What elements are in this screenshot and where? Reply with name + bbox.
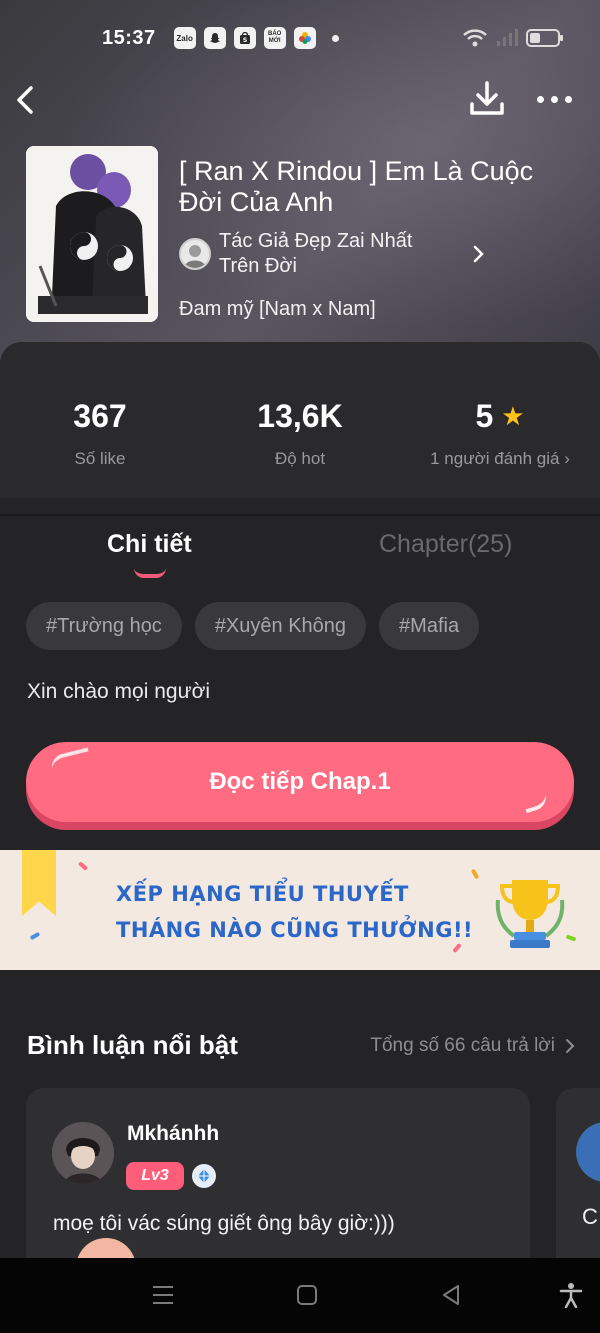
comments-total: Tổng số 66 câu trả lời [370,1034,555,1056]
cover-illustration [26,146,158,322]
stat-likes: 367 Số like [60,398,140,469]
all-comments-link[interactable]: Tổng số 66 câu trả lời [370,1035,575,1057]
wifi-icon [463,29,487,47]
continue-reading-label: Đọc tiếp Chap.1 [209,768,391,795]
tab-bar: Chi tiết Chapter(25) [0,514,600,580]
tag-chip[interactable]: #Trường học [26,602,182,650]
back-triangle-icon [443,1285,459,1305]
svg-text:S: S [242,37,246,44]
likes-count: 367 [73,398,127,434]
trophy-icon [495,880,565,948]
top-action-bar [0,76,600,122]
rating-value: 5 [475,398,494,434]
more-notifications-dot [331,34,339,42]
banner-line-2: THÁNG NÀO CŨNG THƯỞNG!! [116,918,474,942]
download-icon [470,81,504,115]
back-button[interactable] [10,80,40,120]
comment-card[interactable]: Mkhánhh Lv3 moẹ tôi vác súng giết ông bâ… [26,1088,530,1278]
dot-icon [564,95,572,103]
zalo-icon: Zalo [173,27,196,49]
comment-text: moẹ tôi vác súng giết ông bây giờ:))) [53,1212,395,1235]
dot-icon [536,95,544,103]
download-button[interactable] [466,78,508,120]
battery-icon [526,29,563,47]
chevron-right-icon [473,245,484,263]
menu-button[interactable] [148,1280,178,1310]
star-icon: ★ [501,401,525,431]
book-info: [ Ran X Rindou ] Em Là Cuộc Đời Của Anh … [179,146,579,322]
dot-icon [550,95,558,103]
system-navigation-bar [0,1258,600,1333]
book-header: [ Ran X Rindou ] Em Là Cuộc Đời Của Anh … [26,146,579,322]
chevron-left-icon [17,86,33,114]
hot-count: 13,6K [257,398,343,434]
level-badge: Lv3 [126,1162,184,1190]
author-row[interactable]: Tác Giả Đẹp Zai Nhất Trên Đời [179,228,579,280]
status-time: 15:37 [102,26,156,49]
accessibility-button[interactable] [556,1280,586,1310]
stat-hot: 13,6K Độ hot [240,398,360,469]
home-button[interactable] [292,1280,322,1310]
baomoi-icon: BÁO MỚI [263,27,286,49]
banner-line-1: XẾP HẠNG TIỂU THUYẾT [116,882,409,906]
shopee-icon: S [233,27,256,49]
tab-active-indicator [134,568,166,578]
continue-reading-button[interactable]: Đọc tiếp Chap.1 [26,742,574,822]
chevron-right-icon [566,1038,575,1053]
signal-icon [497,29,518,46]
author-avatar [179,238,211,270]
book-cover[interactable] [26,146,158,322]
comment-username[interactable]: Mkhánhh [127,1122,219,1146]
tab-chapters[interactable]: Chapter(25) [379,530,512,559]
author-name: Tác Giả Đẹp Zai Nhất Trên Đời [219,230,413,277]
book-description: Xin chào mọi người [27,680,211,703]
tag-list: #Trường học #Xuyên Không #Mafia [26,602,480,650]
tab-details[interactable]: Chi tiết [107,530,192,559]
stat-rating[interactable]: 5 ★ 1 người đánh giá › [420,398,580,469]
comment-text-peek: C [582,1204,598,1229]
comments-title: Bình luận nổi bật [27,1030,238,1060]
tag-chip[interactable]: #Xuyên Không [194,602,367,650]
comments-header: Bình luận nổi bật Tổng số 66 câu trả lời [27,1030,575,1061]
status-bar: 15:37 Zalo S BÁO MỚI [0,0,600,76]
avatar[interactable] [52,1122,114,1184]
chevron-right-icon: › [564,449,570,468]
tag-chip[interactable]: #Mafia [379,602,480,650]
home-square-icon [297,1285,317,1305]
banner-text: XẾP HẠNG TIỂU THUYẾT THÁNG NÀO CŨNG THƯỞ… [116,876,473,948]
system-icons [462,28,563,48]
avatar [576,1122,600,1182]
more-options-button[interactable] [532,84,576,114]
likes-label: Số like [74,449,126,468]
snapchat-icon [203,27,226,49]
rating-count: 1 người đánh giá [430,449,560,468]
nav-back-button[interactable] [436,1280,466,1310]
notification-icons: Zalo S BÁO MỚI [173,27,339,49]
menu-icon [153,1286,173,1304]
stats-row: 367 Số like 13,6K Độ hot 5 ★ 1 người đán… [0,342,600,498]
detail-panel: 367 Số like 13,6K Độ hot 5 ★ 1 người đán… [0,342,600,1333]
rating-count-link[interactable]: 1 người đánh giá › [420,449,580,469]
ranking-banner[interactable]: XẾP HẠNG TIỂU THUYẾT THÁNG NÀO CŨNG THƯỞ… [0,850,600,970]
book-title: [ Ran X Rindou ] Em Là Cuộc Đời Của Anh [179,156,534,217]
hot-label: Độ hot [274,449,326,468]
book-genre: Đam mỹ [Nam x Nam] [179,298,376,320]
diamond-badge-icon [192,1164,216,1188]
photos-icon [293,27,316,49]
comment-card-next[interactable]: C [556,1088,600,1278]
accessibility-icon [559,1283,583,1308]
bookmark-ribbon-icon [22,850,56,916]
